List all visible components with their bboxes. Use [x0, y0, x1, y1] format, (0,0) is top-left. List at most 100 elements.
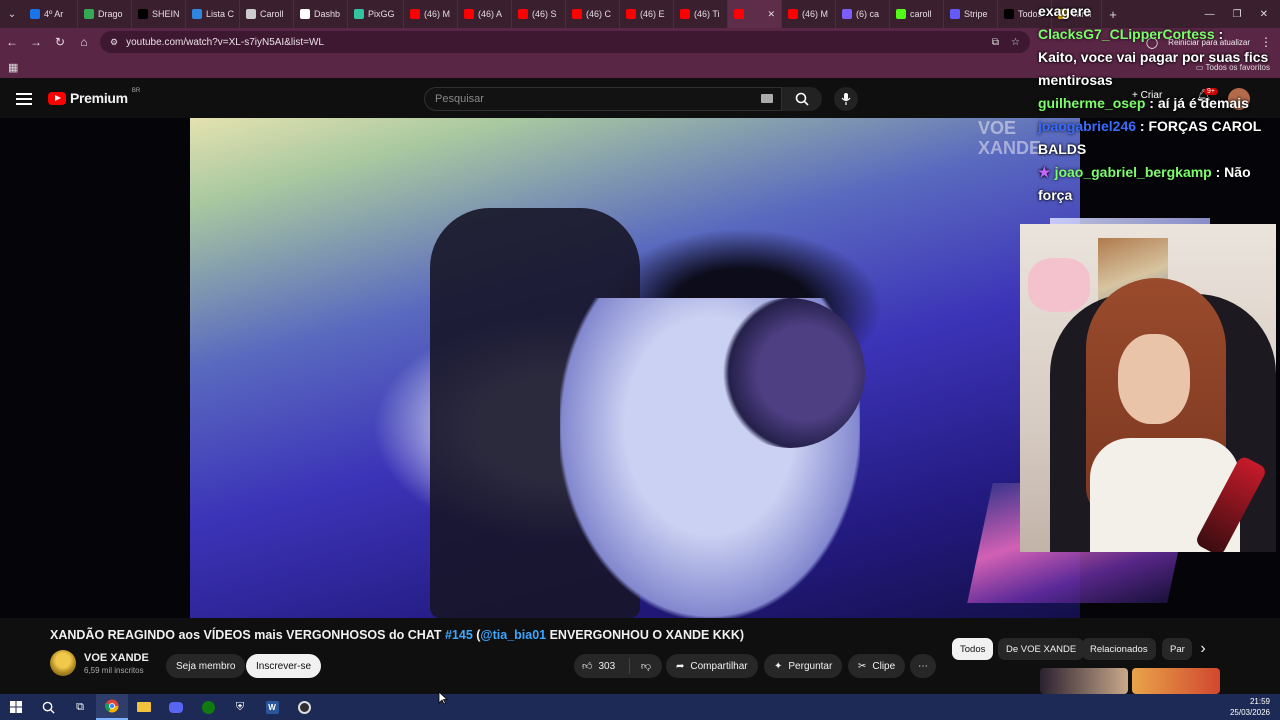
windows-start-icon[interactable] [0, 694, 32, 720]
browser-tab[interactable]: Dashb [294, 0, 348, 28]
browser-tab[interactable]: Stripe [944, 0, 998, 28]
plush-toy [1028, 258, 1090, 312]
more-actions-button[interactable]: ⋯ [910, 654, 936, 678]
tab-favicon-icon [354, 9, 364, 19]
xbox-icon[interactable] [192, 694, 224, 720]
chip-partial[interactable]: Par [1162, 638, 1192, 660]
webcam-overlay [1020, 224, 1276, 552]
browser-tab[interactable]: PixGG [348, 0, 404, 28]
keyboard-icon[interactable] [761, 94, 773, 103]
discord-icon[interactable] [160, 694, 192, 720]
search-icon[interactable] [32, 694, 64, 720]
url-field[interactable]: ⚙ youtube.com/watch?v=XL-s7iyN5AI&list=W… [100, 31, 1030, 53]
tab-label: (46) M [802, 9, 829, 19]
chat-overlay: exagere ClacksG7_CLipperCortess : Kaito, v… [1030, 0, 1280, 224]
browser-tab[interactable]: (46) Ti [674, 0, 728, 28]
chevron-right-icon[interactable]: › [1192, 638, 1214, 660]
browser-tab[interactable]: (6) ca [836, 0, 890, 28]
tab-label: Dashb [314, 9, 341, 19]
browser-tab[interactable]: Lista C [186, 0, 240, 28]
back-icon[interactable]: ← [0, 28, 24, 56]
browser-tab[interactable]: 4º Ar [24, 0, 78, 28]
url-text: youtube.com/watch?v=XL-s7iyN5AI&list=WL [126, 36, 324, 48]
browser-tab[interactable]: Caroll [240, 0, 294, 28]
security-shield-icon[interactable]: ⛨ [224, 694, 256, 720]
channel-name[interactable]: VOE XANDE [84, 652, 149, 664]
chat-message: ★ joao_gabriel_bergkamp : Não força [1038, 161, 1276, 207]
sparkle-icon: ✦ [774, 660, 783, 672]
tab-label: (46) E [640, 9, 665, 19]
chat-username: joaogabriel246 [1038, 118, 1137, 134]
join-button[interactable]: Seja membro [166, 654, 246, 678]
browser-tab[interactable]: ✕ [728, 0, 782, 28]
star-badge-icon: ★ [1038, 164, 1051, 180]
menu-icon[interactable] [14, 90, 34, 108]
thumbs-up-icon: 👍︎ [582, 661, 593, 672]
search-button[interactable] [782, 87, 822, 111]
mic-icon [841, 93, 851, 105]
recommended-thumbnail[interactable] [1040, 668, 1128, 694]
file-explorer-icon[interactable] [128, 694, 160, 720]
tab-close-icon[interactable]: ✕ [767, 9, 775, 20]
tab-label: PixGG [368, 9, 395, 19]
browser-tab[interactable]: (46) S [512, 0, 566, 28]
tab-label: (46) C [586, 9, 612, 19]
tab-search-icon[interactable]: ⌄ [0, 0, 24, 28]
like-dislike-group: 👍︎ 303 👎︎ [574, 654, 662, 678]
dislike-button[interactable]: 👎︎ [630, 660, 662, 672]
hashtag-link[interactable]: #145 [445, 628, 473, 642]
youtube-logo[interactable]: Premium BR [48, 88, 140, 106]
obs-icon[interactable] [288, 694, 320, 720]
apps-grid-icon[interactable]: ▦ [8, 61, 18, 74]
bookmark-star-icon[interactable]: ☆ [1011, 37, 1020, 48]
task-view-icon[interactable]: ⧉ [64, 694, 96, 720]
mention-link[interactable]: @tia_bia01 [480, 628, 546, 642]
browser-tab[interactable]: (46) M [782, 0, 836, 28]
chip-all[interactable]: Todos [952, 638, 994, 660]
forward-icon[interactable]: → [24, 28, 48, 56]
browser-tab[interactable]: (46) A [458, 0, 512, 28]
tab-label: (46) Ti [694, 9, 720, 19]
voice-search-button[interactable] [834, 87, 858, 111]
scissors-icon: ✂ [858, 660, 867, 672]
chip-related[interactable]: Relacionados [1082, 638, 1156, 660]
reload-icon[interactable]: ↻ [48, 28, 72, 56]
like-button[interactable]: 👍︎ 303 [574, 658, 630, 674]
word-icon[interactable]: W [256, 694, 288, 720]
tab-favicon-icon [30, 9, 40, 19]
like-count: 303 [598, 660, 616, 672]
chat-text: : [1214, 26, 1224, 42]
install-app-icon[interactable]: ⧉ [992, 37, 999, 48]
browser-tab[interactable]: Drago [78, 0, 132, 28]
tab-label: Lista C [206, 9, 235, 19]
chip-from-channel[interactable]: De VOE XANDE [998, 638, 1085, 660]
home-icon[interactable]: ⌂ [72, 28, 96, 56]
channel-info: VOE XANDE 6,59 mil inscritos [50, 650, 149, 676]
channel-avatar[interactable] [50, 650, 76, 676]
chat-text: exagere [1038, 3, 1091, 19]
ask-button[interactable]: ✦ Perguntar [764, 654, 843, 678]
streamer-face [1118, 334, 1190, 424]
clip-button[interactable]: ✂ Clipe [848, 654, 906, 678]
browser-tab[interactable]: SHEIN [132, 0, 186, 28]
tab-favicon-icon [680, 9, 690, 19]
tab-label: caroll [910, 9, 932, 19]
share-button[interactable]: ➦ Compartilhar [666, 654, 758, 678]
tab-favicon-icon [518, 9, 528, 19]
browser-tab[interactable]: (46) C [566, 0, 620, 28]
video-info: XANDÃO REAGINDO aos VÍDEOS mais VERGONHO… [0, 618, 1280, 694]
tab-favicon-icon [410, 9, 420, 19]
subscribe-button[interactable]: Inscrever-se [246, 654, 322, 678]
chrome-icon[interactable] [96, 694, 128, 720]
chat-username: guilherme_osep [1038, 95, 1146, 111]
browser-tab[interactable]: caroll [890, 0, 944, 28]
browser-tab[interactable]: (46) E [620, 0, 674, 28]
site-info-icon[interactable]: ⚙ [110, 37, 118, 48]
search-input[interactable]: Pesquisar [424, 87, 782, 111]
browser-tab[interactable]: (46) M [404, 0, 458, 28]
system-clock[interactable]: 21:59 25/03/2026 [1230, 696, 1270, 718]
recommended-thumbnail[interactable] [1132, 668, 1220, 694]
tab-favicon-icon [842, 9, 852, 19]
tab-favicon-icon [572, 9, 582, 19]
more-icon: ⋯ [918, 660, 928, 672]
